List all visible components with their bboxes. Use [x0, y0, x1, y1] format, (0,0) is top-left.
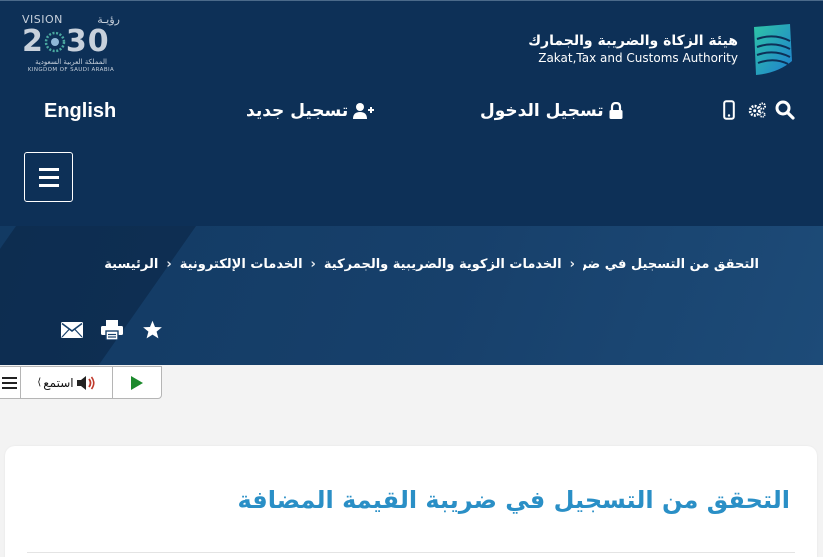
main-menu-button[interactable]	[24, 152, 73, 202]
vision-kingdom-en: KINGDOM OF SAUDI ARABIA	[27, 67, 115, 73]
chevron-left-icon: ‹	[310, 257, 316, 272]
menu-bar-icon	[2, 386, 17, 389]
divider	[27, 552, 795, 553]
zatca-name-en: Zakat,Tax and Customs Authority	[538, 51, 738, 65]
chevron-left-icon: ‹	[569, 257, 575, 272]
content-card: التحقق من التسجيل في ضريبة القيمة المضاف…	[5, 446, 817, 557]
menu-bar-icon	[38, 183, 59, 187]
caret-icon: ⟨	[37, 377, 42, 388]
listen-toolbar: ⟨ استمع	[0, 366, 162, 399]
search-icon[interactable]	[775, 99, 795, 121]
top-nav: English تسجيل جديد تسجيل الدخول	[0, 97, 823, 125]
speaker-icon	[76, 375, 95, 390]
login-link[interactable]: تسجيل الدخول	[480, 97, 624, 125]
user-plus-icon	[353, 103, 375, 119]
register-link[interactable]: تسجيل جديد	[246, 97, 375, 125]
play-icon	[131, 375, 143, 390]
register-label: تسجيل جديد	[246, 101, 349, 121]
listen-button[interactable]: ⟨ استمع	[21, 367, 113, 398]
breadcrumb-home[interactable]: الرئيسية	[104, 257, 158, 272]
email-icon[interactable]	[61, 319, 83, 341]
menu-bar-icon	[2, 381, 17, 384]
vision-2030-logo[interactable]: VISION رؤيـة 2 30 المملكة العربية السعود…	[22, 13, 120, 79]
banner-decoration	[0, 226, 211, 365]
breadcrumb-current: التحقق من التسجيل في ضريبة القيمة المضاف…	[583, 257, 759, 272]
breadcrumb-zakat-tax-customs[interactable]: الخدمات الزكوية والضريبية والجمركية	[324, 257, 562, 272]
zatca-name-ar: هيئة الزكاة والضريبة والجمارك	[528, 33, 738, 49]
settings-gears-icon[interactable]	[747, 99, 767, 121]
favorite-star-icon[interactable]	[141, 319, 163, 341]
menu-bar-icon	[38, 167, 59, 171]
listen-label: استمع	[43, 375, 74, 390]
login-label: تسجيل الدخول	[480, 101, 604, 121]
page-actions	[61, 319, 163, 341]
page-banner: الرئيسية ‹ الخدمات الإلكترونية ‹ الخدمات…	[0, 226, 823, 365]
mobile-icon[interactable]	[719, 99, 739, 121]
play-button[interactable]	[113, 367, 161, 398]
vision-kingdom-ar: المملكة العربية السعودية	[35, 58, 107, 66]
menu-bar-icon	[2, 376, 17, 379]
utility-icons	[719, 99, 795, 121]
vision-emblem-icon	[44, 31, 66, 53]
chevron-left-icon: ‹	[166, 257, 172, 272]
zatca-logo[interactable]: هيئة الزكاة والضريبة والجمارك Zakat,Tax …	[528, 21, 796, 77]
zatca-shield-icon	[754, 24, 792, 75]
vision-year: 2 30	[22, 24, 110, 59]
breadcrumb: الرئيسية ‹ الخدمات الإلكترونية ‹ الخدمات…	[104, 257, 759, 272]
listen-menu-button[interactable]	[0, 367, 21, 398]
menu-bar-icon	[38, 175, 59, 179]
language-switch-link[interactable]: English	[44, 97, 116, 125]
breadcrumb-e-services[interactable]: الخدمات الإلكترونية	[180, 257, 303, 272]
site-header: VISION رؤيـة 2 30 المملكة العربية السعود…	[0, 0, 823, 226]
lock-icon	[609, 102, 623, 119]
page-title: التحقق من التسجيل في ضريبة القيمة المضاف…	[237, 486, 791, 514]
print-icon[interactable]	[101, 319, 123, 341]
